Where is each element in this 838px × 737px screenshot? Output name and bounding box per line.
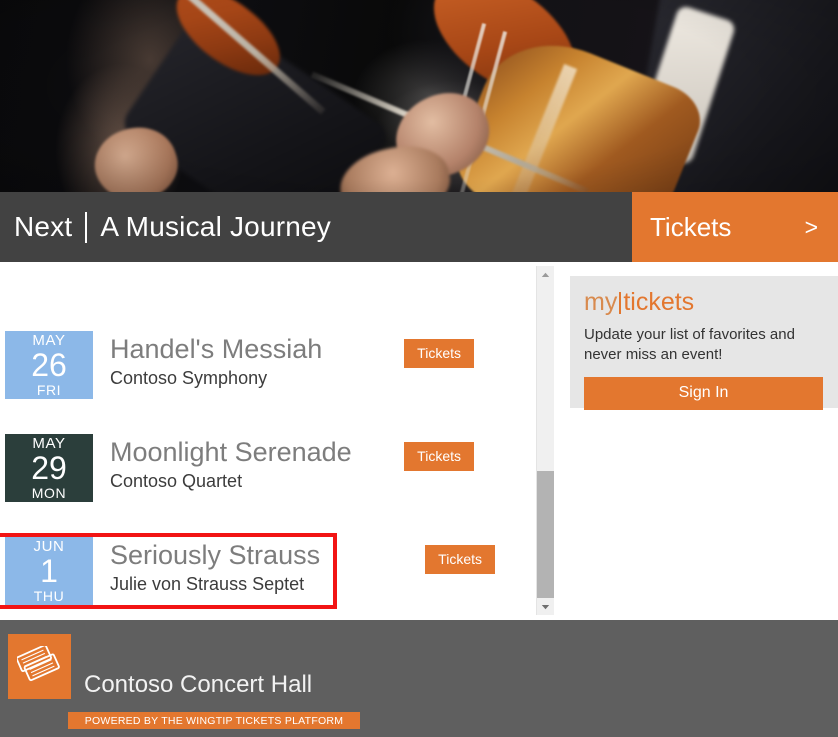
event-text: Seriously Strauss Julie von Strauss Sept… (93, 537, 333, 595)
footer-brand: Contoso Concert Hall (84, 671, 313, 698)
event-list-scrollbar[interactable] (536, 266, 554, 615)
list-item-event[interactable]: MAY 26 FRI Handel's Messiah Contoso Symp… (0, 331, 534, 399)
date-tile: MAY 26 FRI (5, 331, 93, 399)
sign-in-button[interactable]: Sign In (584, 376, 823, 410)
featured-tickets-label: Tickets (650, 211, 732, 242)
powered-by-bar[interactable]: POWERED BY THE WINGTIP TICKETS PLATFORM (68, 712, 360, 729)
event-list-viewport: TUE MAY 26 FRI Handel's Messiah Contoso … (0, 262, 550, 617)
app-page: Next A Musical Journey Tickets > TUE (0, 0, 838, 737)
main-content: TUE MAY 26 FRI Handel's Messiah Contoso … (0, 262, 838, 617)
scroll-up-icon[interactable] (537, 266, 554, 283)
list-item-partial[interactable]: TUE (0, 262, 534, 296)
date-day: 26 (31, 346, 67, 383)
list-item-event[interactable]: MAY 29 MON Moonlight Serenade Contoso Qu… (0, 434, 534, 502)
event-list: TUE MAY 26 FRI Handel's Messiah Contoso … (0, 262, 534, 617)
date-dow: THU (33, 588, 65, 605)
date-month: MAY (32, 434, 66, 452)
hero-vignette (0, 0, 838, 192)
my-tickets-logo-tickets: tickets (623, 288, 695, 316)
scroll-thumb[interactable] (537, 471, 554, 601)
hero-banner (0, 0, 838, 192)
header-divider (85, 211, 88, 243)
my-tickets-inner: my tickets Update your list of favorites… (570, 276, 838, 410)
my-tickets-panel: my tickets Update your list of favorites… (570, 276, 838, 410)
featured-event-name: A Musical Journey (100, 211, 331, 242)
date-day: 29 (31, 449, 67, 486)
date-month: MAY (32, 331, 66, 349)
my-tickets-logo: my tickets (584, 290, 823, 315)
tickets-button[interactable]: Tickets (425, 545, 495, 574)
next-label: Next (14, 211, 73, 242)
list-item-event-highlighted[interactable]: JUN 1 THU Seriously Strauss Julie von St… (0, 533, 495, 609)
tickets-icon (8, 634, 71, 699)
event-performer: Julie von Strauss Septet (110, 574, 305, 595)
featured-event-header: Next A Musical Journey Tickets > (0, 192, 838, 262)
date-month: JUN (33, 537, 65, 555)
featured-event-info: Next A Musical Journey (0, 192, 632, 262)
date-tile: JUN 1 THU (5, 537, 93, 605)
my-tickets-description: Update your list of favorites and never … (584, 326, 795, 364)
event-performer: Contoso Symphony (110, 368, 268, 389)
scroll-down-icon[interactable] (537, 598, 554, 615)
date-day: 1 (40, 552, 58, 589)
event-title: Seriously Strauss (110, 540, 321, 570)
my-tickets-logo-divider (619, 291, 622, 314)
tickets-button[interactable]: Tickets (404, 339, 474, 368)
date-dow: FRI (36, 382, 62, 399)
my-tickets-logo-my: my (584, 288, 618, 316)
date-tile: MAY 29 MON (5, 434, 93, 502)
tickets-button[interactable]: Tickets (404, 442, 474, 471)
event-performer: Contoso Quartet (110, 471, 243, 492)
date-dow: MON (31, 485, 67, 502)
featured-tickets-button[interactable]: Tickets > (632, 192, 838, 262)
chevron-right-icon: > (804, 213, 818, 240)
